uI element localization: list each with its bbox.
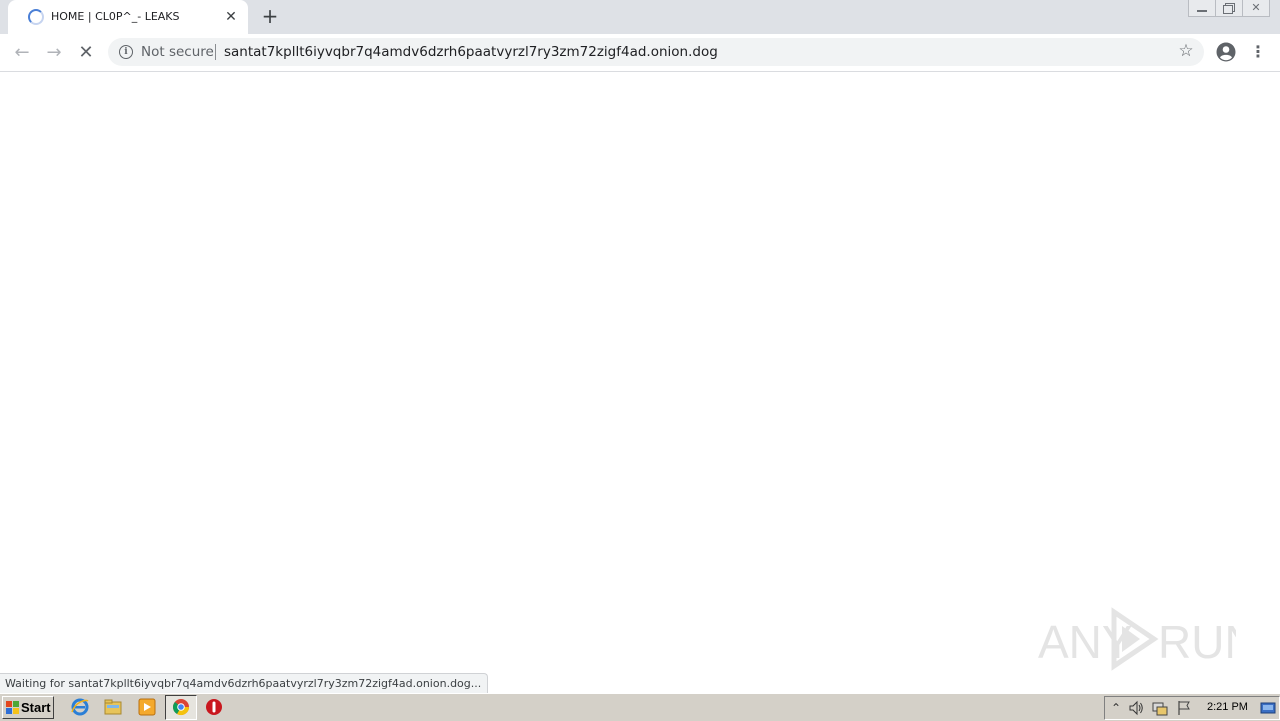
window-controls: ✕ — [1188, 0, 1270, 18]
show-desktop-icon[interactable] — [1260, 700, 1276, 716]
network-icon[interactable] — [1152, 700, 1168, 716]
security-label[interactable]: Not secure — [141, 44, 214, 60]
windows-logo-icon — [6, 701, 19, 714]
action-center-flag-icon[interactable] — [1176, 700, 1192, 716]
loading-spinner-icon — [28, 9, 44, 25]
minimize-button[interactable] — [1188, 0, 1216, 17]
minimize-icon — [1189, 0, 1215, 16]
close-icon: ✕ — [1251, 1, 1261, 14]
browser-toolbar: ← → ✕ i Not secure santat7kpllt6iyvqbr7q… — [0, 34, 1280, 72]
volume-icon[interactable] — [1128, 700, 1144, 716]
chrome-icon — [172, 699, 190, 716]
page-content — [0, 72, 1280, 692]
address-bar[interactable]: i Not secure santat7kpllt6iyvqbr7q4amdv6… — [108, 38, 1204, 66]
bookmark-star-icon[interactable]: ☆ — [1176, 41, 1196, 61]
info-icon[interactable]: i — [119, 45, 133, 59]
tab-close-icon[interactable]: ✕ — [222, 8, 240, 26]
tab-strip: HOME | CL0P^_- LEAKS ✕ + ✕ — [0, 0, 1280, 34]
tab-title: HOME | CL0P^_- LEAKS — [51, 10, 180, 23]
new-tab-button[interactable]: + — [258, 4, 282, 28]
omnibox-divider — [215, 44, 216, 60]
windows-taskbar: Start ⌃ 2:21 PM — [0, 693, 1280, 721]
status-bubble: Waiting for santat7kpllt6iyvqbr7q4amdv6d… — [0, 673, 489, 693]
forward-button[interactable]: → — [41, 40, 67, 66]
restore-button[interactable] — [1215, 0, 1243, 17]
media-player-icon[interactable] — [138, 698, 156, 716]
chrome-taskbar-button[interactable] — [165, 695, 197, 720]
tab-active[interactable]: HOME | CL0P^_- LEAKS ✕ — [8, 0, 248, 34]
clock[interactable]: 2:21 PM — [1207, 701, 1248, 713]
stop-sign-icon[interactable] — [205, 698, 223, 716]
close-window-button[interactable]: ✕ — [1242, 0, 1270, 17]
profile-avatar-icon[interactable] — [1216, 42, 1236, 62]
show-hidden-icon[interactable]: ⌃ — [1108, 700, 1124, 716]
browser-menu-icon[interactable]: ⋮ — [1250, 42, 1266, 62]
start-label: Start — [21, 700, 51, 715]
system-tray: ⌃ 2:21 PM — [1104, 696, 1280, 720]
anyrun-watermark: ANY RUN — [1038, 607, 1236, 671]
stop-loading-button[interactable]: ✕ — [73, 40, 99, 66]
start-button[interactable]: Start — [2, 696, 54, 719]
url-text[interactable]: santat7kpllt6iyvqbr7q4amdv6dzrh6paatvyrz… — [224, 44, 718, 60]
back-button[interactable]: ← — [9, 40, 35, 66]
watermark-text-right: RUN — [1158, 616, 1236, 668]
restore-icon — [1216, 0, 1242, 16]
internet-explorer-icon[interactable] — [71, 698, 89, 716]
windows-explorer-icon[interactable] — [104, 698, 122, 716]
